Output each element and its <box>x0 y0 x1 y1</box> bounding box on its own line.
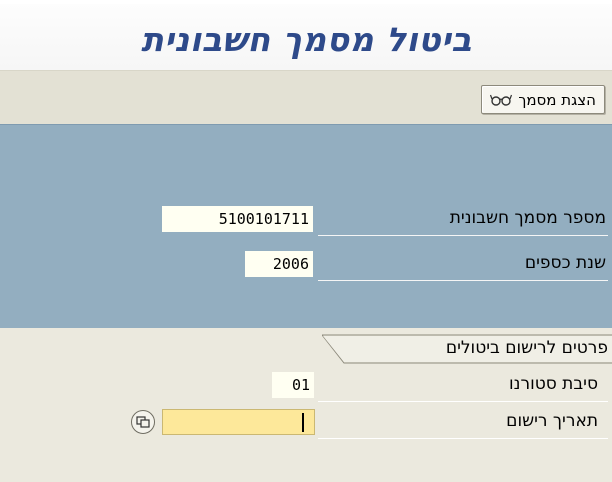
text-cursor <box>302 413 304 432</box>
reversal-reason-underline <box>318 401 608 402</box>
doc-number-underline <box>318 235 608 236</box>
title-bar: ביטול מסמך חשבונית <box>0 4 612 70</box>
document-header-block: מספר מסמך חשבונית 5100101711 שנת כספים 2… <box>0 124 612 329</box>
fiscal-year-field[interactable]: 2006 <box>245 251 313 277</box>
fiscal-year-label: שנת כספים <box>524 253 606 273</box>
fiscal-year-underline <box>318 280 608 281</box>
screen-title: ביטול מסמך חשבונית <box>141 20 472 59</box>
doc-number-field[interactable]: 5100101711 <box>162 206 313 232</box>
reversal-group-title: פרטים לרישום ביטולים <box>445 338 608 358</box>
f4-help-icon[interactable] <box>131 410 155 434</box>
posting-date-underline <box>318 438 608 439</box>
display-document-button[interactable]: הצגת מסמך <box>481 85 605 114</box>
posting-date-label: תאריך רישום <box>506 411 598 431</box>
display-document-label: הצגת מסמך <box>518 90 596 109</box>
reversal-group-tab: פרטים לרישום ביטולים <box>322 334 612 364</box>
application-toolbar: הצגת מסמך <box>0 70 612 125</box>
reversal-reason-field[interactable]: 01 <box>272 372 314 398</box>
reversal-reason-label: סיבת סטורנו <box>509 374 598 394</box>
glasses-icon <box>490 93 513 107</box>
posting-date-field[interactable] <box>162 409 315 435</box>
doc-number-label: מספר מסמך חשבונית <box>449 208 606 228</box>
